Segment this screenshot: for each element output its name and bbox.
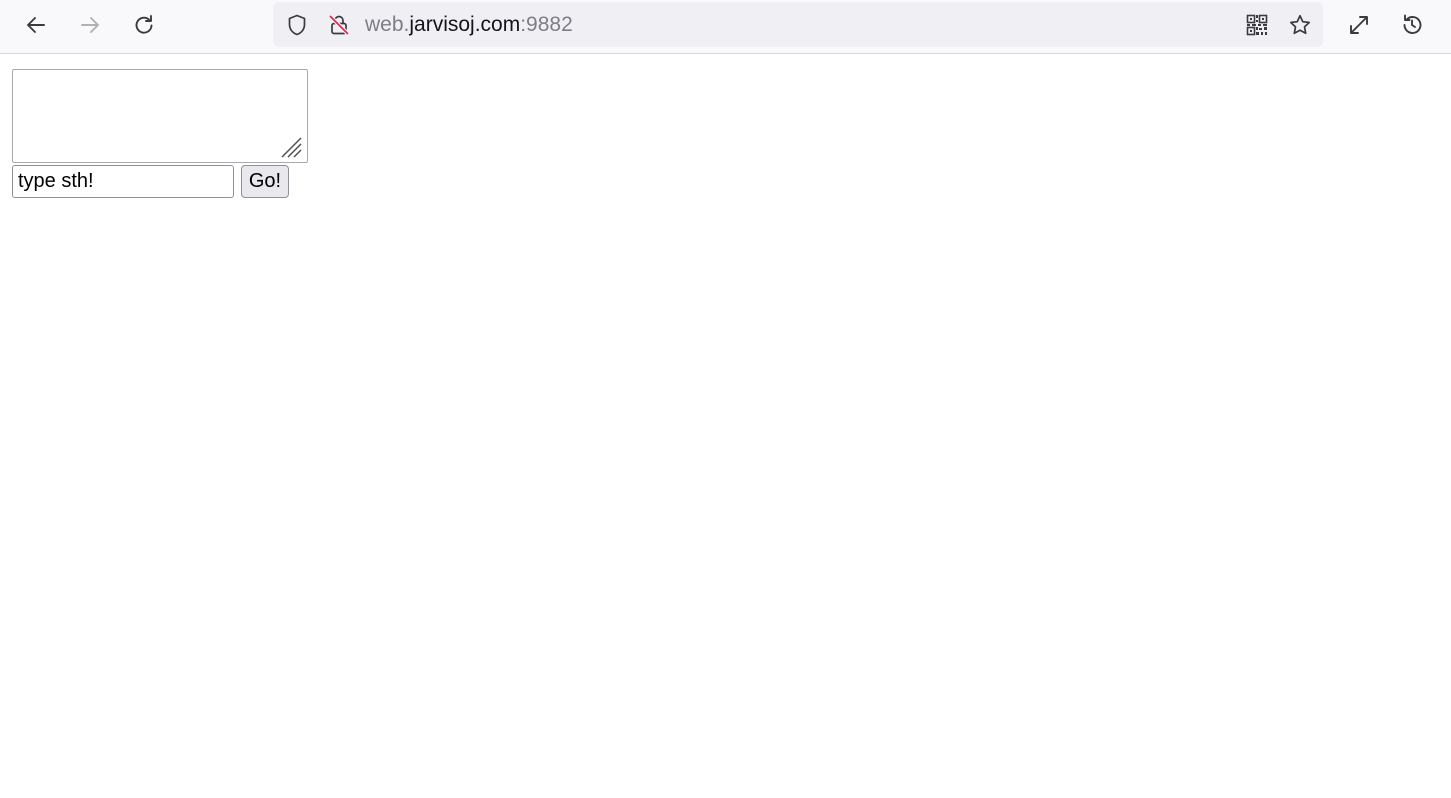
page-content: Go! — [0, 55, 1451, 798]
expand-icon — [1350, 16, 1368, 34]
url-bar[interactable]: web.jarvisoj.com:9882 — [273, 2, 1323, 47]
arrow-right-icon — [81, 17, 99, 33]
fullscreen-button[interactable] — [1342, 8, 1376, 42]
reload-button[interactable] — [127, 8, 161, 42]
shield-icon — [288, 14, 306, 36]
qr-code-button[interactable] — [1244, 12, 1270, 38]
lock-slash-icon — [329, 15, 349, 35]
site-security-button[interactable] — [326, 12, 352, 38]
browser-toolbar: web.jarvisoj.com:9882 — [0, 0, 1451, 54]
forward-button[interactable] — [73, 8, 107, 42]
url-text[interactable]: web.jarvisoj.com:9882 — [365, 13, 573, 37]
url-port: :9882 — [520, 13, 573, 36]
tracking-protection-button[interactable] — [284, 12, 310, 38]
history-icon — [1403, 14, 1422, 34]
back-button[interactable] — [19, 8, 53, 42]
go-button[interactable]: Go! — [241, 165, 289, 198]
reload-icon — [135, 15, 153, 34]
message-textarea[interactable] — [12, 69, 308, 163]
bookmark-button[interactable] — [1287, 12, 1313, 38]
url-domain: jarvisoj.com — [409, 13, 521, 36]
url-subdomain: web. — [365, 13, 410, 36]
history-button[interactable] — [1395, 8, 1429, 42]
arrow-left-icon — [27, 17, 45, 33]
star-icon — [1289, 14, 1311, 35]
text-input[interactable] — [12, 165, 234, 198]
qr-code-icon — [1246, 14, 1268, 36]
